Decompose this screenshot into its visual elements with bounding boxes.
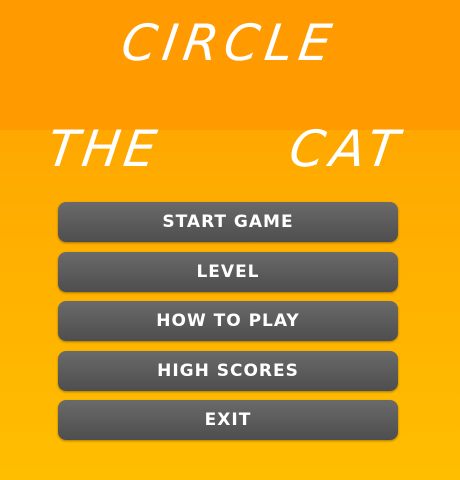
start-game-button[interactable]: START GAME xyxy=(58,202,398,242)
title-the: THE xyxy=(43,120,164,178)
exit-button[interactable]: EXIT xyxy=(58,400,398,440)
title-cat: CAT xyxy=(285,120,409,178)
title-circle: CIRCLE xyxy=(117,14,341,72)
how-to-play-button[interactable]: HOW TO PLAY xyxy=(58,301,398,341)
high-scores-button[interactable]: HIGH SCORES xyxy=(58,351,398,391)
level-button[interactable]: LEVEL xyxy=(58,252,398,292)
